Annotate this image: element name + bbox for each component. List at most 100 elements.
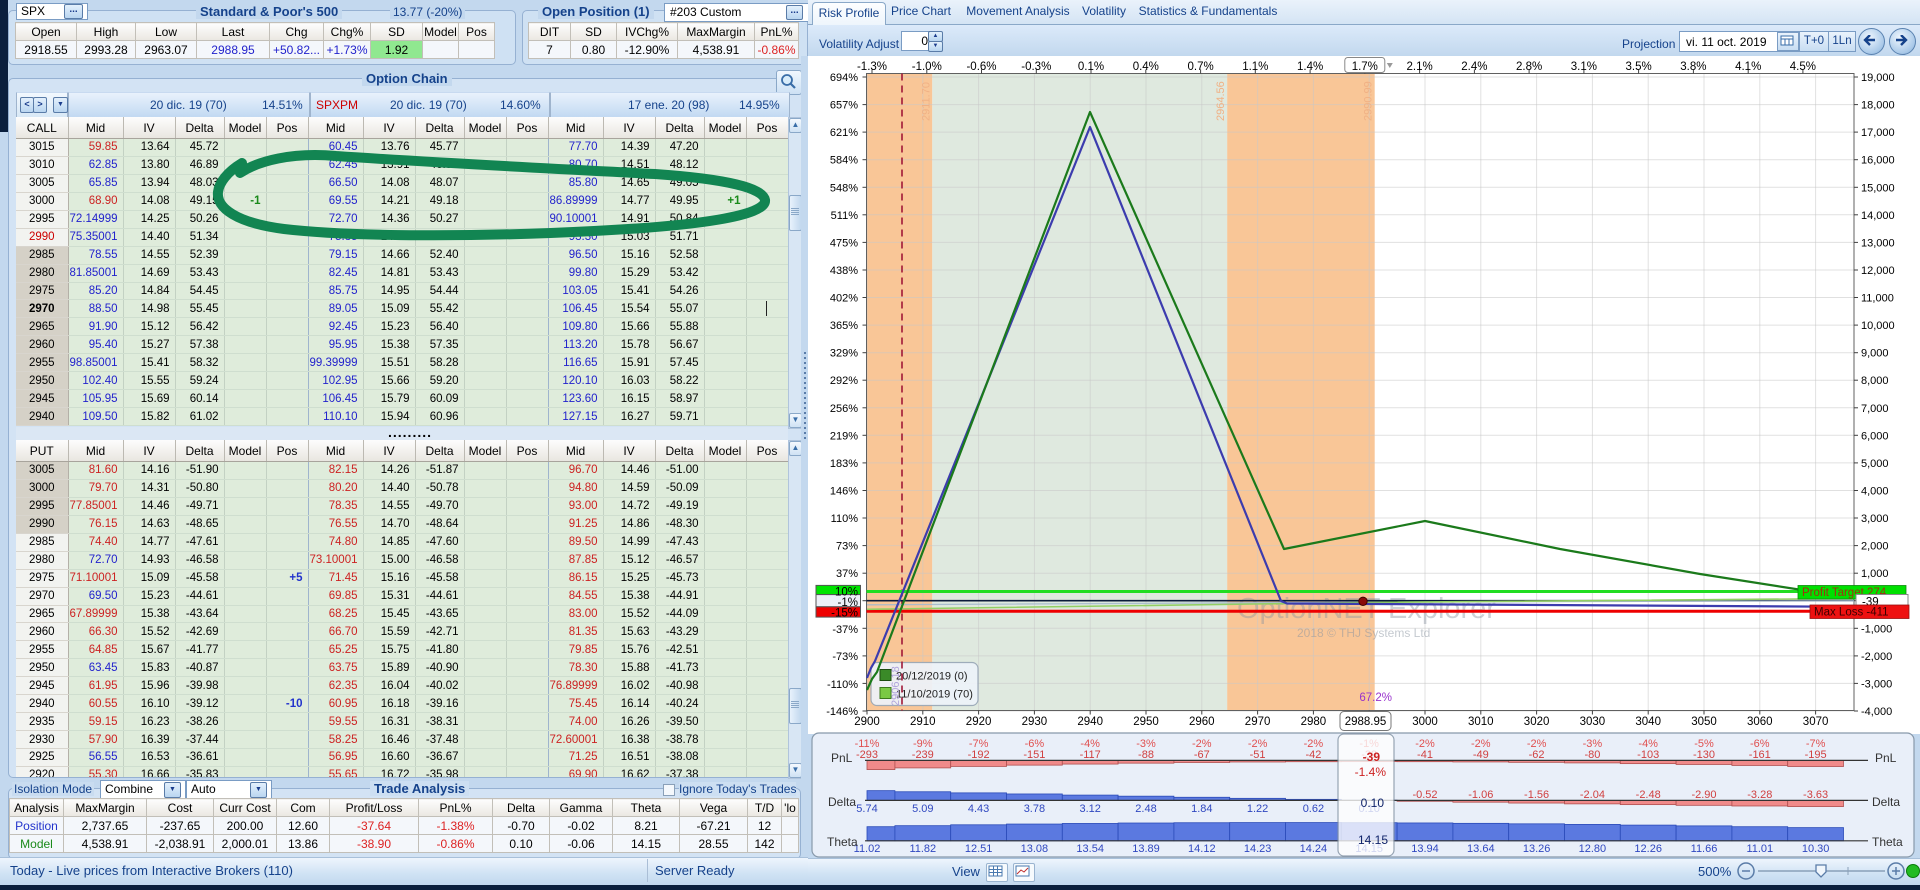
svg-text:19,000: 19,000 xyxy=(1861,72,1895,84)
svg-text:3030: 3030 xyxy=(1580,716,1606,728)
svg-text:2911.70: 2911.70 xyxy=(920,82,932,121)
svg-text:13.26: 13.26 xyxy=(1523,843,1551,855)
svg-text:2970: 2970 xyxy=(1245,716,1271,728)
svg-text:-37%: -37% xyxy=(832,624,858,636)
svg-text:511%: 511% xyxy=(831,210,859,222)
svg-text:13.54: 13.54 xyxy=(1076,843,1104,855)
svg-text:-49: -49 xyxy=(1473,749,1489,761)
svg-text:13.94: 13.94 xyxy=(1411,843,1439,855)
svg-text:5.74: 5.74 xyxy=(856,803,877,815)
svg-text:Delta: Delta xyxy=(828,795,856,809)
svg-text:3010: 3010 xyxy=(1468,716,1494,728)
svg-text:Delta: Delta xyxy=(1872,795,1900,809)
svg-text:-1.4%: -1.4% xyxy=(1355,765,1387,779)
svg-text:20/12/2019 (0): 20/12/2019 (0) xyxy=(896,671,968,683)
svg-text:12.80: 12.80 xyxy=(1579,843,1607,855)
svg-text:0.7%: 0.7% xyxy=(1187,61,1213,73)
svg-text:365%: 365% xyxy=(830,320,858,332)
svg-text:14,000: 14,000 xyxy=(1861,210,1895,222)
svg-text:-73%: -73% xyxy=(832,651,858,663)
svg-text:0.10: 0.10 xyxy=(1361,796,1385,810)
svg-text:329%: 329% xyxy=(830,348,858,360)
svg-text:6,000: 6,000 xyxy=(1861,430,1889,442)
svg-text:-2.04: -2.04 xyxy=(1580,789,1605,801)
svg-text:14.23: 14.23 xyxy=(1244,843,1272,855)
svg-text:3.8%: 3.8% xyxy=(1680,61,1706,73)
svg-text:-4,000: -4,000 xyxy=(1861,706,1892,718)
svg-text:3000: 3000 xyxy=(1412,716,1438,728)
svg-text:-151: -151 xyxy=(1023,749,1045,761)
svg-text:13.08: 13.08 xyxy=(1021,843,1049,855)
svg-text:292%: 292% xyxy=(830,375,858,387)
svg-text:4,000: 4,000 xyxy=(1861,486,1889,498)
svg-text:-1.3%: -1.3% xyxy=(857,61,887,73)
svg-text:2960: 2960 xyxy=(1189,716,1215,728)
svg-text:12,000: 12,000 xyxy=(1861,265,1895,277)
svg-text:-195: -195 xyxy=(1805,749,1827,761)
svg-text:1.4%: 1.4% xyxy=(1297,61,1323,73)
svg-text:12.51: 12.51 xyxy=(965,843,993,855)
svg-text:584%: 584% xyxy=(830,155,858,167)
svg-text:2,000: 2,000 xyxy=(1861,541,1889,553)
svg-text:7,000: 7,000 xyxy=(1861,403,1889,415)
svg-text:110%: 110% xyxy=(831,513,859,525)
svg-text:-130: -130 xyxy=(1693,749,1715,761)
svg-text:3,000: 3,000 xyxy=(1861,513,1889,525)
svg-text:-39: -39 xyxy=(1363,750,1381,764)
svg-text:-67: -67 xyxy=(1194,749,1210,761)
svg-text:1.22: 1.22 xyxy=(1247,803,1268,815)
svg-text:475%: 475% xyxy=(830,237,858,249)
svg-text:11,000: 11,000 xyxy=(1861,293,1894,305)
svg-text:3.12: 3.12 xyxy=(1079,803,1100,815)
svg-text:8,000: 8,000 xyxy=(1861,375,1889,387)
svg-text:219%: 219% xyxy=(830,430,858,442)
svg-text:-3,000: -3,000 xyxy=(1861,678,1892,690)
svg-text:9,000: 9,000 xyxy=(1861,348,1889,360)
svg-text:Theta: Theta xyxy=(827,835,858,849)
svg-text:-192: -192 xyxy=(968,749,990,761)
svg-text:0.62: 0.62 xyxy=(1303,803,1324,815)
svg-text:-80: -80 xyxy=(1584,749,1600,761)
svg-text:-1.06: -1.06 xyxy=(1468,789,1493,801)
svg-text:1.1%: 1.1% xyxy=(1242,61,1268,73)
svg-text:1.7%: 1.7% xyxy=(1352,61,1378,73)
svg-text:-15%: -15% xyxy=(831,608,858,620)
svg-text:-110%: -110% xyxy=(827,679,858,691)
svg-text:-3.63: -3.63 xyxy=(1803,789,1828,801)
svg-text:1,000: 1,000 xyxy=(1861,568,1889,580)
svg-text:Max Loss -411: Max Loss -411 xyxy=(1814,607,1889,619)
svg-text:2910: 2910 xyxy=(910,716,936,728)
svg-text:-62: -62 xyxy=(1529,749,1545,761)
svg-text:2.4%: 2.4% xyxy=(1461,61,1487,73)
svg-text:3020: 3020 xyxy=(1524,716,1550,728)
svg-text:-51: -51 xyxy=(1250,749,1266,761)
svg-text:-41: -41 xyxy=(1417,749,1433,761)
svg-text:-1,000: -1,000 xyxy=(1861,623,1892,635)
svg-text:694%: 694% xyxy=(830,72,858,84)
svg-text:-0.6%: -0.6% xyxy=(966,61,996,73)
svg-text:PnL: PnL xyxy=(831,751,853,765)
svg-text:3.78: 3.78 xyxy=(1024,803,1045,815)
svg-text:-117: -117 xyxy=(1080,749,1101,761)
svg-text:2950: 2950 xyxy=(1133,716,1159,728)
svg-text:-2,000: -2,000 xyxy=(1861,651,1892,663)
svg-text:0.1%: 0.1% xyxy=(1078,61,1104,73)
svg-text:2.8%: 2.8% xyxy=(1516,61,1542,73)
svg-text:438%: 438% xyxy=(830,265,858,277)
svg-text:18,000: 18,000 xyxy=(1861,100,1895,112)
svg-text:12.26: 12.26 xyxy=(1634,843,1662,855)
svg-text:-103: -103 xyxy=(1637,749,1659,761)
svg-text:2900: 2900 xyxy=(854,716,880,728)
svg-text:16,000: 16,000 xyxy=(1861,155,1895,167)
svg-text:3070: 3070 xyxy=(1803,716,1829,728)
svg-text:621%: 621% xyxy=(830,127,858,139)
svg-text:183%: 183% xyxy=(830,458,858,470)
svg-text:11/10/2019 (70): 11/10/2019 (70) xyxy=(896,689,973,701)
svg-text:14.24: 14.24 xyxy=(1300,843,1328,855)
svg-text:-239: -239 xyxy=(912,749,934,761)
svg-text:11.01: 11.01 xyxy=(1746,843,1773,855)
svg-text:37%: 37% xyxy=(836,568,858,580)
svg-text:1.84: 1.84 xyxy=(1191,803,1212,815)
svg-text:-3.28: -3.28 xyxy=(1747,789,1772,801)
svg-text:-88: -88 xyxy=(1138,749,1154,761)
